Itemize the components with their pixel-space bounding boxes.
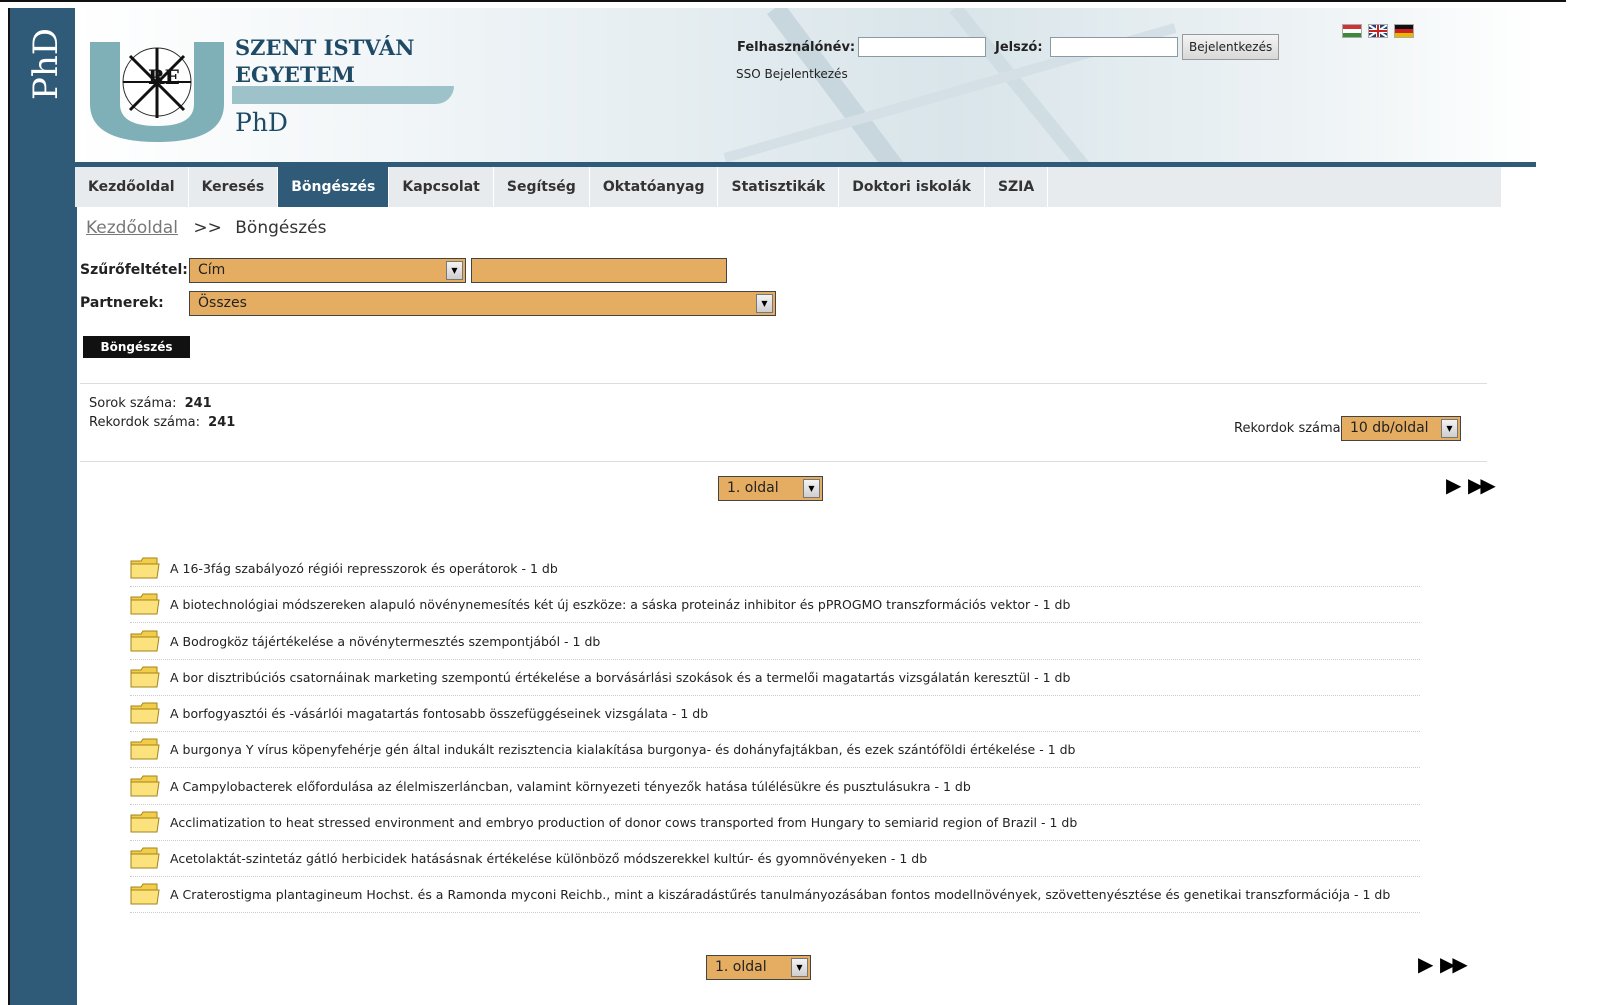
brand-line1: SZENT ISTVÁN [235, 35, 415, 60]
logo-band [232, 86, 454, 104]
divider [80, 461, 1487, 462]
partners-select[interactable]: Összes ▼ [189, 291, 776, 316]
records-count-value: 241 [208, 415, 236, 430]
folder-icon [130, 666, 160, 688]
logo-seal-letters: RE [148, 65, 180, 89]
chevron-down-icon[interactable]: ▼ [1441, 419, 1458, 438]
list-item-title[interactable]: A bor disztribúciós csatornáinak marketi… [170, 670, 1070, 685]
folder-icon [130, 738, 160, 760]
browse-button[interactable]: Böngészés [83, 336, 190, 358]
folder-icon [130, 847, 160, 869]
list-item-title[interactable]: Acclimatization to heat stressed environ… [170, 815, 1077, 830]
folder-icon [130, 702, 160, 724]
brand-phd: PhD [235, 108, 288, 137]
list-item-title[interactable]: Acetolaktát-szintetáz gátló herbicidek h… [170, 851, 927, 866]
list-item-title[interactable]: A Campylobacterek előfordulása az élelmi… [170, 779, 971, 794]
list-item[interactable]: A 16-3fág szabályozó régiói represszorok… [130, 551, 1420, 587]
german-flag-icon[interactable] [1394, 24, 1414, 38]
list-item[interactable]: A biotechnológiai módszereken alapuló nö… [130, 587, 1420, 623]
rows-count-label: Sorok száma: [89, 396, 177, 411]
folder-icon [130, 557, 160, 579]
list-item[interactable]: Acetolaktát-szintetáz gátló herbicidek h… [130, 841, 1420, 877]
folder-icon [130, 775, 160, 797]
rows-count-value: 241 [184, 396, 212, 411]
last-page-icon[interactable]: ▶▶ [1468, 473, 1496, 497]
filter-field-select[interactable]: Cím ▼ [189, 258, 466, 283]
next-page-icon[interactable]: ▶ [1418, 952, 1433, 976]
brand-line2: EGYETEM [235, 62, 355, 87]
tab-statisztikak[interactable]: Statisztikák [718, 167, 840, 207]
folder-icon [130, 630, 160, 652]
tab-oktatoanyag[interactable]: Oktatóanyag [590, 167, 719, 207]
chevron-down-icon[interactable]: ▼ [791, 958, 808, 977]
english-flag-icon[interactable] [1368, 24, 1388, 38]
records-count-label: Rekordok száma: [89, 415, 201, 430]
records-count: Rekordok száma: 241 [89, 415, 235, 430]
tab-kapcsolat[interactable]: Kapcsolat [389, 167, 494, 207]
divider [80, 383, 1487, 384]
list-item[interactable]: A Craterostigma plantagineum Hochst. és … [130, 877, 1420, 913]
page-select-value: 1. oldal [727, 480, 779, 496]
page-right-margin [1566, 0, 1606, 1005]
tab-doktori-iskolak[interactable]: Doktori iskolák [839, 167, 985, 207]
username-input[interactable] [858, 37, 986, 57]
list-item[interactable]: A bor disztribúciós csatornáinak marketi… [130, 660, 1420, 696]
filter-label: Szűrőfeltétel: [80, 262, 188, 278]
per-page-select[interactable]: 10 db/oldal ▼ [1341, 416, 1461, 441]
chevron-down-icon[interactable]: ▼ [756, 294, 773, 313]
university-logo [90, 42, 224, 142]
main-nav: Kezdőoldal Keresés Böngészés Kapcsolat S… [75, 167, 1501, 207]
tab-segitseg[interactable]: Segítség [494, 167, 590, 207]
tab-szia[interactable]: SZIA [985, 167, 1049, 207]
filter-field-value: Cím [198, 262, 226, 278]
list-item-title[interactable]: A 16-3fág szabályozó régiói represszorok… [170, 561, 558, 576]
login-button[interactable]: Bejelentkezés [1182, 34, 1279, 60]
folder-icon [130, 811, 160, 833]
tab-kezdooldal[interactable]: Kezdőoldal [75, 167, 189, 207]
brand-name: SZENT ISTVÁN EGYETEM [235, 34, 414, 88]
next-page-icon[interactable]: ▶ [1446, 473, 1461, 497]
left-sidebar [8, 8, 77, 1005]
tab-bongeszes[interactable]: Böngészés [278, 167, 390, 207]
chevron-down-icon[interactable]: ▼ [446, 261, 463, 280]
rows-count: Sorok száma: 241 [89, 396, 212, 411]
last-page-icon[interactable]: ▶▶ [1440, 952, 1468, 976]
sso-login-link[interactable]: SSO Bejelentkezés [736, 67, 848, 81]
breadcrumb-separator: >> [193, 218, 222, 238]
folder-icon [130, 883, 160, 905]
side-label: PhD [26, 27, 66, 100]
list-item-title[interactable]: A borfogyasztói és -vásárlói magatartás … [170, 706, 708, 721]
breadcrumb-current: Böngészés [235, 218, 327, 238]
breadcrumb: Kezdőoldal >> Böngészés [86, 218, 326, 238]
partners-label: Partnerek: [80, 295, 164, 311]
page-select-bottom[interactable]: 1. oldal ▼ [706, 955, 811, 980]
chevron-down-icon[interactable]: ▼ [803, 479, 820, 498]
page-select-value: 1. oldal [715, 959, 767, 975]
list-item[interactable]: Acclimatization to heat stressed environ… [130, 805, 1420, 841]
password-input[interactable] [1050, 37, 1178, 57]
per-page-value: 10 db/oldal [1350, 420, 1429, 436]
tab-kereses[interactable]: Keresés [189, 167, 279, 207]
list-item-title[interactable]: A Craterostigma plantagineum Hochst. és … [170, 887, 1390, 902]
list-item[interactable]: A Bodrogköz tájértékelése a növénytermes… [130, 624, 1420, 660]
password-label: Jelszó: [995, 40, 1043, 55]
list-item-title[interactable]: A Bodrogköz tájértékelése a növénytermes… [170, 634, 600, 649]
list-item[interactable]: A Campylobacterek előfordulása az élelmi… [130, 769, 1420, 805]
username-label: Felhasználónév: [737, 40, 856, 55]
breadcrumb-home-link[interactable]: Kezdőoldal [86, 218, 178, 238]
list-item-title[interactable]: A biotechnológiai módszereken alapuló nö… [170, 597, 1070, 612]
page-select-top[interactable]: 1. oldal ▼ [718, 476, 823, 501]
list-item-title[interactable]: A burgonya Y vírus köpenyfehérje gén ált… [170, 742, 1076, 757]
list-item[interactable]: A burgonya Y vírus köpenyfehérje gén ált… [130, 732, 1420, 768]
list-item[interactable]: A borfogyasztói és -vásárlói magatartás … [130, 696, 1420, 732]
partners-value: Összes [198, 295, 247, 311]
folder-icon [130, 593, 160, 615]
filter-text-input[interactable] [471, 258, 727, 283]
hungarian-flag-icon[interactable] [1342, 24, 1362, 38]
per-page-label: Rekordok száma: [1234, 421, 1346, 436]
